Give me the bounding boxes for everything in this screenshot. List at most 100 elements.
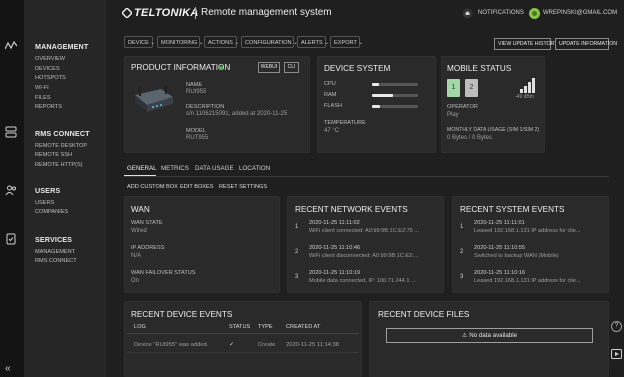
operator-value: Play (447, 112, 459, 118)
device-system-card: DEVICE SYSTEM CPU RAM FLASH TEMPERATURE … (317, 56, 436, 153)
tab-general[interactable]: GENERAL (127, 165, 157, 172)
collapse-sidebar-icon[interactable]: « (5, 363, 19, 375)
sidebar-item-companies[interactable]: COMPANIES (35, 209, 68, 215)
network-event-desc: WiFi client connected: A0:99:9B:1C:E2:75… (309, 228, 420, 234)
usage-label: MONTHLY DATA USAGE (SIM 1/SIM 2) (447, 127, 540, 133)
sidebar-item-remote-desktop[interactable]: REMOTE DESKTOP (35, 143, 87, 149)
add-custom-box-button[interactable]: ADD CUSTOM BOX (127, 184, 178, 190)
system-event-time: 2020-11-25 11:11:01 (474, 220, 525, 226)
network-event-desc: Mobile data connected, IP: 100.71.244.1 … (309, 278, 416, 284)
users-icon[interactable] (5, 184, 19, 196)
sidebar-item-devices[interactable]: DEVICES (35, 66, 60, 72)
sidebar-section-management: MANAGEMENT (35, 42, 89, 51)
created-at-column-header: CREATED AT (286, 324, 321, 330)
actions-menu-label: ACTIONS (208, 40, 233, 46)
sidebar-item-users[interactable]: USERS (35, 200, 54, 206)
device-event-type: Create (258, 342, 276, 348)
cpu-bar (372, 83, 418, 86)
system-events-card: RECENT SYSTEM EVENTS 1 2020-11-25 11:11:… (452, 196, 609, 293)
flash-label: FLASH (324, 103, 343, 109)
system-event-number: 2 (460, 249, 464, 255)
export-menu[interactable]: EXPORT ⌄ (330, 36, 363, 48)
alerts-menu[interactable]: ALERTS ⌄ (297, 36, 329, 48)
configuration-menu[interactable]: CONFIGURATION ⌄ (241, 36, 298, 48)
name-label: NAME (186, 82, 203, 88)
app-title: Remote management system (201, 7, 332, 18)
table-row-divider (127, 352, 359, 353)
management-icon[interactable] (4, 40, 19, 52)
teltonika-logo-icon (122, 8, 132, 18)
user-email[interactable]: WREPINSKI@GMAIL.COM (543, 10, 617, 16)
product-information-card: PRODUCT INFORMATION WEBUI CLI NAME RUt95… (124, 56, 310, 153)
tab-data-usage[interactable]: DATA USAGE (195, 165, 234, 172)
bell-icon[interactable] (462, 8, 473, 19)
logo[interactable]: TELTONIKA (134, 7, 199, 19)
sim2-indicator[interactable]: 2 (465, 79, 478, 97)
avatar[interactable] (529, 8, 540, 19)
webui-button[interactable]: WEBUI (258, 62, 280, 73)
wan-state-value: Wired (131, 228, 147, 234)
cpu-bar-fill (372, 83, 379, 86)
table-header-divider (127, 333, 359, 334)
reset-settings-button[interactable]: RESET SETTINGS (219, 184, 267, 190)
wan-card: WAN WAN STATE Wired IP ADDRESS N/A WAN F… (124, 196, 280, 293)
edit-boxes-button[interactable]: EDIT BOXES (180, 184, 213, 190)
cli-button[interactable]: CLI (284, 62, 299, 73)
status-column-header: STATUS (229, 324, 251, 330)
ram-bar-fill (372, 94, 393, 97)
sidebar-item-remote-ssh[interactable]: REMOTE SSH (35, 152, 72, 158)
header-separator (195, 7, 196, 19)
update-information-button[interactable]: UPDATE INFORMATION (555, 38, 617, 50)
signal-value: -49 dBm (515, 94, 534, 100)
services-icon[interactable] (5, 233, 19, 245)
device-files-title: RECENT DEVICE FILES (378, 310, 470, 319)
ip-address-value: N/A (131, 253, 142, 259)
device-description: s/n 1106215091, added at 2020-11-25 (186, 111, 288, 117)
sidebar-item-hotspots[interactable]: HOTSPOTS (35, 75, 66, 81)
sidebar-section-rms-connect: RMS CONNECT (35, 129, 90, 138)
ip-address-label: IP ADDRESS (131, 245, 165, 251)
sim1-indicator[interactable]: 1 (447, 79, 460, 97)
ram-label: RAM (324, 92, 337, 98)
icon-rail: « (0, 0, 24, 377)
network-events-title: RECENT NETWORK EVENTS (295, 205, 408, 214)
monitoring-menu[interactable]: MONITORING ⌄ (157, 36, 204, 48)
product-information-title: PRODUCT INFORMATION (131, 63, 231, 72)
sidebar-item-remote-http[interactable]: REMOTE HTTP(S) (35, 162, 83, 168)
network-event-time: 2020-11-25 11:10:46 (309, 245, 361, 251)
actions-menu[interactable]: ACTIONS ⌄ (204, 36, 239, 48)
sidebar-item-overview[interactable]: OVERVIEW (35, 56, 65, 62)
sidebar-item-management[interactable]: MANAGEMENT (35, 249, 75, 255)
sidebar-item-wifi[interactable]: WI-FI (35, 85, 49, 91)
sidebar-item-files[interactable]: FILES (35, 95, 51, 101)
system-event-number: 3 (460, 274, 464, 280)
network-event-number: 1 (295, 224, 299, 230)
wan-failover-label: WAN FAILOVER STATUS (131, 270, 196, 276)
system-event-desc: Leased 192.168.1.131 IP address for clie… (474, 278, 581, 284)
device-model: RUT955 (186, 135, 209, 141)
sidebar-item-reports[interactable]: REPORTS (35, 104, 62, 110)
device-menu[interactable]: DEVICE ⌄ (124, 36, 155, 48)
wan-title: WAN (131, 205, 150, 214)
alerts-menu-label: ALERTS (301, 40, 323, 46)
tab-location[interactable]: LOCATION (239, 165, 270, 172)
export-menu-label: EXPORT (334, 40, 357, 46)
system-event-number: 1 (460, 224, 464, 230)
view-update-history-button[interactable]: VIEW UPDATE HISTORY (494, 38, 558, 50)
mobile-status-title: MOBILE STATUS (447, 64, 512, 73)
configuration-menu-label: CONFIGURATION (245, 40, 292, 46)
device-system-title: DEVICE SYSTEM (324, 64, 391, 73)
monitoring-menu-label: MONITORING (161, 40, 198, 46)
network-event-number: 3 (295, 274, 299, 280)
notifications-link[interactable]: NOTIFICATIONS (478, 10, 524, 16)
video-icon[interactable] (611, 349, 622, 359)
system-event-desc: Leased 192.168.1.131 IP address for clie… (474, 228, 581, 234)
flash-bar-fill (372, 105, 381, 108)
help-icon[interactable]: ? (611, 321, 622, 332)
rms-connect-icon[interactable] (5, 126, 19, 138)
sidebar-item-rms-connect[interactable]: RMS CONNECT (35, 258, 77, 264)
check-icon: ✓ (229, 342, 234, 348)
tab-metrics[interactable]: METRICS (161, 165, 189, 172)
device-events-title: RECENT DEVICE EVENTS (131, 310, 233, 319)
warning-icon: ⚠ (461, 332, 468, 339)
